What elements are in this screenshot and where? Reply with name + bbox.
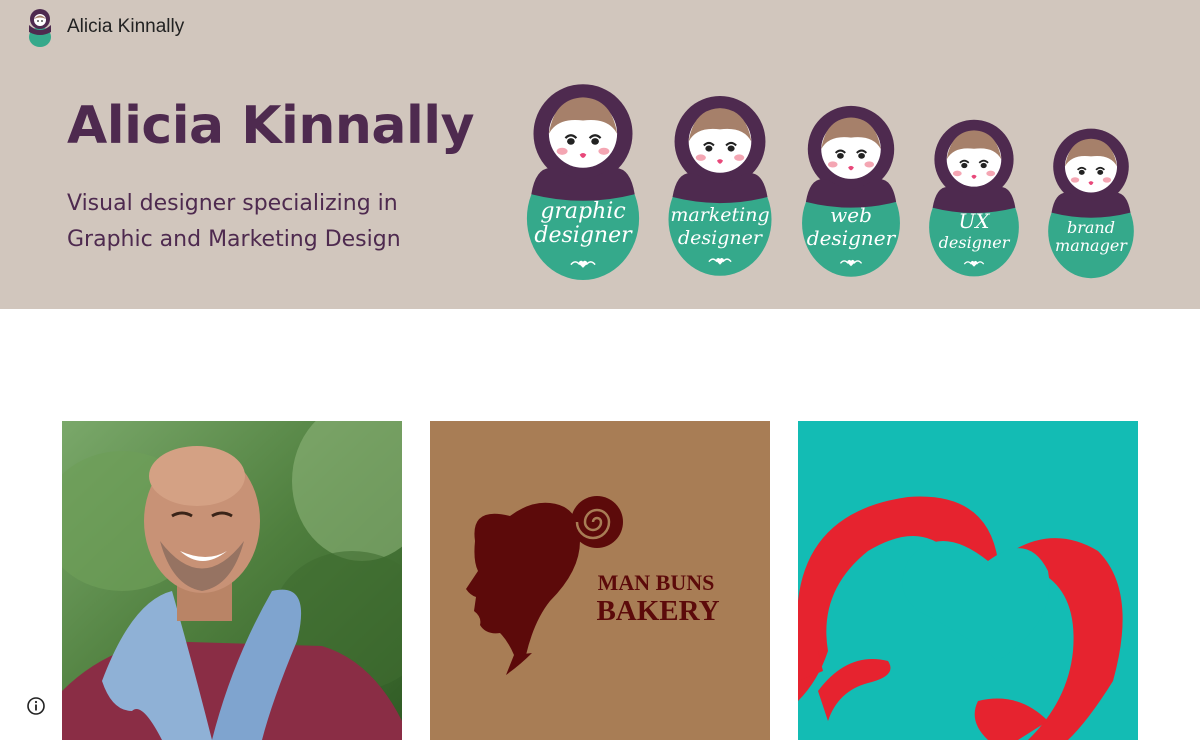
gallery-tile-bakery[interactable]: MAN BUNS BAKERY [430,421,770,740]
hero-subtitle-line-2: Graphic and Marketing Design [67,227,401,252]
doll-web-designer: web designer [801,104,901,278]
doll-label-line2: designer [939,233,1011,252]
doll-label-line1: UX [958,209,990,233]
doll-graphic-designer: graphic designer [526,82,640,280]
doll-label-line1: web [830,203,872,227]
gallery-tile-heart[interactable] [798,421,1138,740]
doll-label-line2: designer [807,226,897,250]
info-button[interactable] [24,694,48,718]
doll-label-line1: brand [1067,218,1115,237]
gallery-tile-portrait[interactable] [62,421,402,740]
site-title[interactable]: Alicia Kinnally [67,16,184,38]
bakery-logo-line1: MAN BUNS [598,570,715,595]
info-icon [27,697,45,715]
portrait-photo [62,421,402,740]
doll-brand-manager: brand manager [1047,127,1135,279]
doll-ux-designer: UX designer [927,118,1021,278]
page-title: Alicia Kinnally [67,96,475,156]
matryoshka-logo-icon[interactable] [25,8,55,48]
bakery-logo-line2: BAKERY [596,595,719,627]
hero-subtitle-line-1: Visual designer specializing in [67,191,398,216]
doll-label-line1: graphic [540,199,625,224]
heart-illustration [798,496,1123,740]
doll-label-line2: manager [1055,236,1128,255]
doll-label-line1: marketing [670,204,769,226]
doll-marketing-designer: marketing designer [668,94,772,278]
doll-label-line2: designer [678,227,764,249]
bakery-logo: MAN BUNS BAKERY [466,496,720,675]
hero-subtitle: Visual designer specializing in Graphic … [67,186,487,258]
hero-banner: Alicia Kinnally Alicia Kinnally Visual d… [0,0,1200,309]
doll-label-line2: designer [534,223,633,248]
